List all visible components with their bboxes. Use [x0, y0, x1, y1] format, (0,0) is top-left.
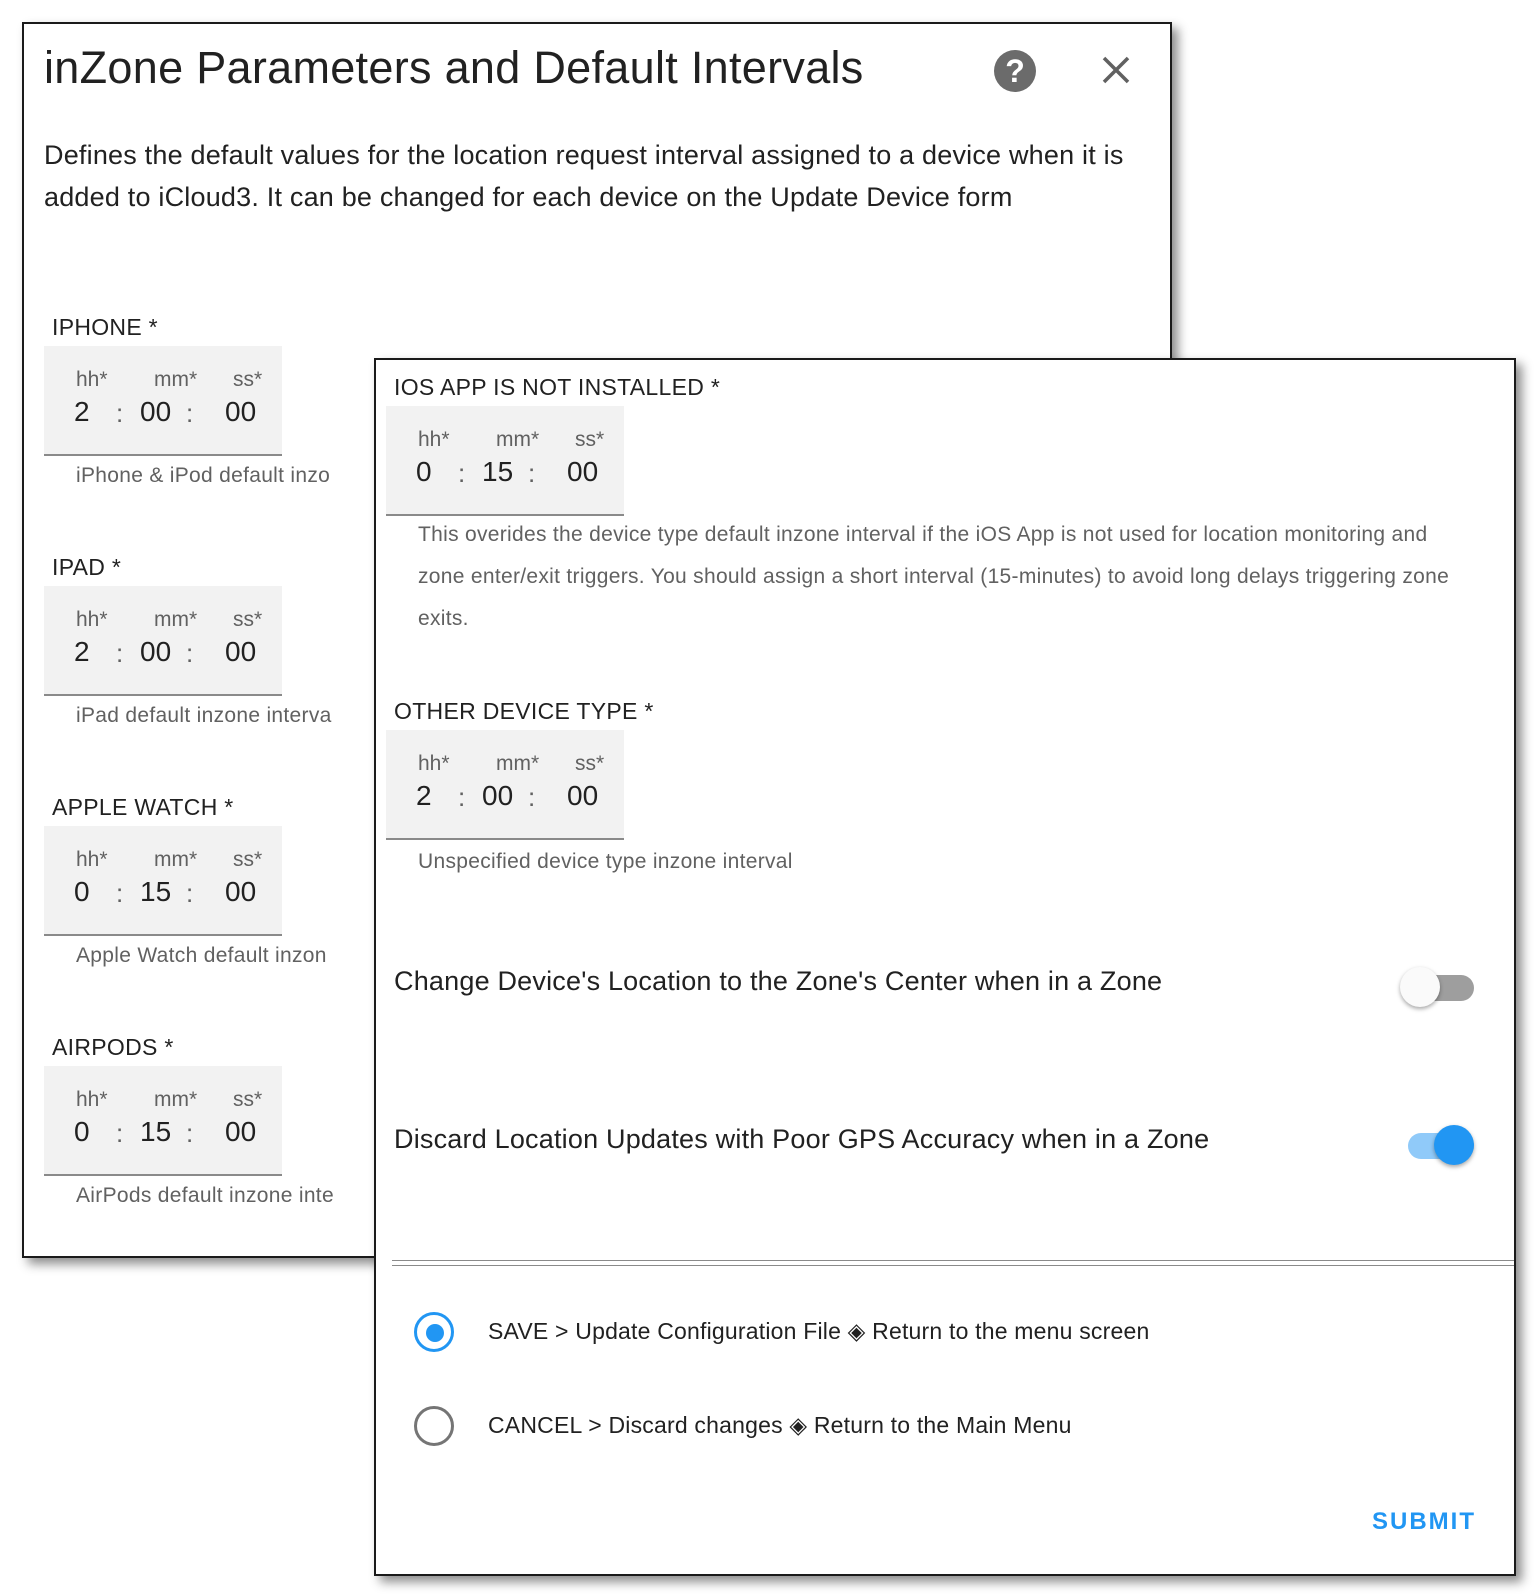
seconds-value[interactable]: 00 [567, 780, 598, 812]
hours-label: hh* [76, 608, 108, 631]
airpods-duration-input[interactable]: hh* mm* ss* 0 : 15 : 00 [44, 1066, 282, 1176]
separator: : [116, 878, 124, 908]
ios-app-not-installed-helper-text: This overides the device type default in… [418, 523, 1450, 630]
apple-watch-field-label: APPLE WATCH * [52, 794, 234, 820]
minutes-value[interactable]: 15 [140, 876, 171, 908]
hours-value[interactable]: 2 [74, 636, 90, 668]
separator: : [186, 878, 194, 908]
minutes-value[interactable]: 15 [482, 456, 513, 488]
seconds-label: ss* [233, 368, 263, 391]
other-device-type-field-label: OTHER DEVICE TYPE * [394, 698, 654, 724]
hours-label: hh* [76, 368, 108, 391]
airpods-field-label: AIRPODS * [52, 1034, 174, 1060]
seconds-label: ss* [233, 848, 263, 871]
hours-value[interactable]: 0 [74, 1116, 90, 1148]
airpods-helper-text: AirPods default inzone inte [76, 1184, 334, 1207]
section-divider [392, 1260, 1514, 1266]
other-device-type-helper-text: Unspecified device type inzone interval [418, 850, 793, 873]
ipad-field-label: IPAD * [52, 554, 122, 580]
iphone-field-label: IPHONE * [52, 314, 158, 340]
minutes-value[interactable]: 00 [140, 636, 171, 668]
separator: : [458, 782, 466, 812]
minutes-label: mm* [154, 368, 198, 391]
radio-selected-dot [426, 1324, 444, 1342]
discard-poor-gps-toggle-label: Discard Location Updates with Poor GPS A… [394, 1124, 1210, 1154]
separator: : [116, 1118, 124, 1148]
hours-value[interactable]: 2 [74, 396, 90, 428]
hours-value[interactable]: 0 [416, 456, 432, 488]
seconds-label: ss* [575, 752, 605, 775]
minutes-label: mm* [154, 1088, 198, 1111]
seconds-value[interactable]: 00 [225, 876, 256, 908]
seconds-label: ss* [575, 428, 605, 451]
apple-watch-duration-input[interactable]: hh* mm* ss* 0 : 15 : 00 [44, 826, 282, 936]
seconds-value[interactable]: 00 [225, 396, 256, 428]
hours-label: hh* [76, 1088, 108, 1111]
separator: : [116, 398, 124, 428]
seconds-label: ss* [233, 1088, 263, 1111]
minutes-value[interactable]: 00 [482, 780, 513, 812]
minutes-label: mm* [154, 608, 198, 631]
discard-poor-gps-toggle[interactable] [1400, 1120, 1476, 1165]
submit-button[interactable]: SUBMIT [1372, 1508, 1476, 1536]
separator: : [528, 782, 536, 812]
dialog-description: Defines the default values for the locat… [44, 140, 1124, 212]
close-icon[interactable] [1098, 52, 1134, 88]
ipad-duration-input[interactable]: hh* mm* ss* 2 : 00 : 00 [44, 586, 282, 696]
iphone-helper-text: iPhone & iPod default inzo [76, 464, 331, 487]
hours-label: hh* [418, 752, 450, 775]
separator: : [116, 638, 124, 668]
save-action-label[interactable]: SAVE > Update Configuration File ◈ Retur… [488, 1318, 1149, 1345]
separator: : [186, 1118, 194, 1148]
dialog-title: inZone Parameters and Default Intervals [44, 42, 864, 93]
save-action-radio[interactable] [414, 1312, 454, 1352]
inzone-parameters-dialog-continued: IOS APP IS NOT INSTALLED * hh* mm* ss* 0… [374, 358, 1516, 1576]
minutes-value[interactable]: 15 [140, 1116, 171, 1148]
separator: : [186, 398, 194, 428]
ios-app-not-installed-field-label: IOS APP IS NOT INSTALLED * [394, 374, 721, 400]
toggle-thumb [1400, 967, 1440, 1007]
seconds-value[interactable]: 00 [567, 456, 598, 488]
hours-value[interactable]: 2 [416, 780, 432, 812]
minutes-label: mm* [496, 428, 540, 451]
other-device-type-duration-input[interactable]: hh* mm* ss* 2 : 00 : 00 [386, 730, 624, 840]
seconds-label: ss* [233, 608, 263, 631]
ios-app-not-installed-duration-input[interactable]: hh* mm* ss* 0 : 15 : 00 [386, 406, 624, 516]
iphone-duration-input[interactable]: hh* mm* ss* 2 : 00 : 00 [44, 346, 282, 456]
zone-center-toggle[interactable] [1400, 962, 1476, 1007]
seconds-value[interactable]: 00 [225, 1116, 256, 1148]
apple-watch-helper-text: Apple Watch default inzon [76, 944, 327, 967]
cancel-action-label[interactable]: CANCEL > Discard changes ◈ Return to the… [488, 1412, 1072, 1439]
hours-value[interactable]: 0 [74, 876, 90, 908]
separator: : [186, 638, 194, 668]
minutes-value[interactable]: 00 [140, 396, 171, 428]
cancel-action-radio[interactable] [414, 1406, 454, 1446]
ipad-helper-text: iPad default inzone interva [76, 704, 332, 727]
seconds-value[interactable]: 00 [225, 636, 256, 668]
separator: : [528, 458, 536, 488]
help-icon[interactable]: ? [994, 50, 1036, 92]
hours-label: hh* [418, 428, 450, 451]
separator: : [458, 458, 466, 488]
toggle-thumb [1434, 1125, 1474, 1165]
zone-center-toggle-label: Change Device's Location to the Zone's C… [394, 966, 1163, 996]
minutes-label: mm* [154, 848, 198, 871]
hours-label: hh* [76, 848, 108, 871]
minutes-label: mm* [496, 752, 540, 775]
